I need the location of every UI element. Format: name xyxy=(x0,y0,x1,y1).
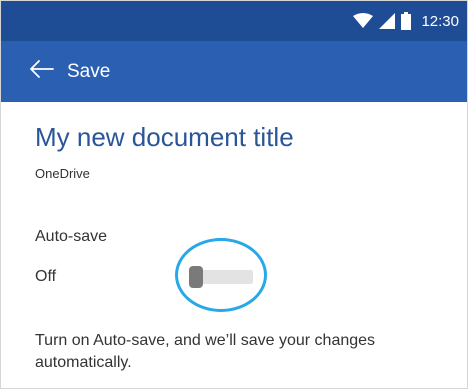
autosave-description: Turn on Auto-save, and we’ll save your c… xyxy=(35,332,376,371)
status-time: 12:30 xyxy=(421,12,459,30)
wifi-icon xyxy=(353,13,374,29)
save-screen: 12:30 Save My new document title OneDriv… xyxy=(0,0,468,389)
save-location[interactable]: OneDrive xyxy=(35,166,90,181)
status-bar: 12:30 xyxy=(1,1,467,41)
app-bar: Save xyxy=(1,41,467,102)
app-bar-title: Save xyxy=(67,60,111,82)
back-button[interactable] xyxy=(21,52,61,92)
status-icons: 12:30 xyxy=(353,1,459,41)
back-arrow-icon xyxy=(28,59,54,84)
signal-icon xyxy=(379,13,396,29)
toggle-thumb[interactable] xyxy=(189,266,203,288)
document-title[interactable]: My new document title xyxy=(35,122,294,153)
autosave-state-text: Off xyxy=(35,268,57,285)
autosave-toggle[interactable] xyxy=(189,266,253,288)
autosave-label: Auto-save xyxy=(35,228,108,245)
battery-icon xyxy=(401,12,412,30)
